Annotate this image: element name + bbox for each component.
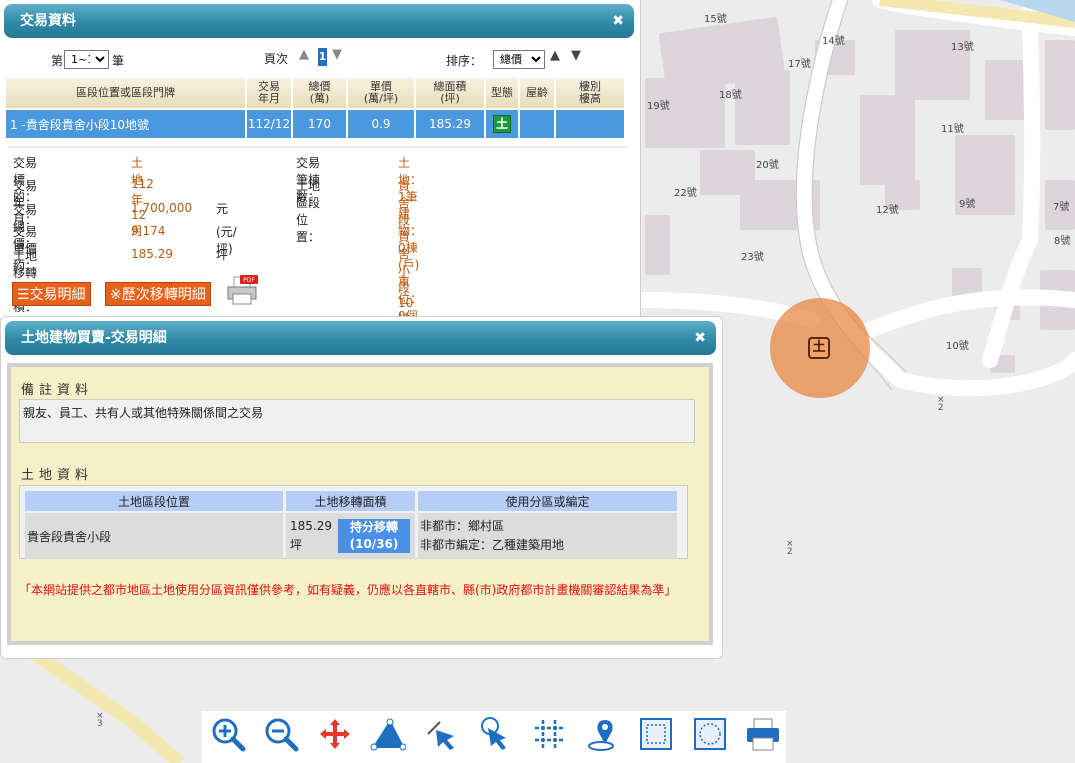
col-header[interactable]: 總價 (萬)	[293, 78, 346, 108]
print-icon[interactable]	[739, 711, 787, 759]
land-table: 土地區段位置 土地移轉面積 使用分區或編定 貴舍段貴舍小段 185.29 坪 持…	[22, 489, 680, 561]
col-header[interactable]: 單價 (萬/坪)	[348, 78, 414, 108]
list-icon: ☰	[17, 287, 30, 303]
select-circle-icon[interactable]	[686, 711, 734, 759]
disclaimer-text: 「本網站提供之都市地區土地使用分區資訊僅供參考，如有疑義，仍應以各直轄市、縣(市…	[19, 583, 677, 597]
pager-row: 第 1~1 筆 頁次 ▲ 1 ▼ 排序： 總價 ▲ ▼	[0, 46, 640, 72]
click-info-icon[interactable]	[472, 711, 520, 759]
transaction-detail-button[interactable]: ☰交易明細	[12, 282, 91, 306]
address-label: 23號	[741, 252, 764, 263]
select-arrow-icon[interactable]	[418, 711, 466, 759]
col-header: 土地移轉面積	[286, 491, 415, 511]
address-label: 22號	[674, 188, 697, 199]
sort-label: 排序：	[446, 54, 483, 68]
zoom-in-icon[interactable]	[204, 711, 252, 759]
table-row[interactable]: 1 -貴舍段貴舍小段10地號 112/12 170 0.9 185.29 土	[6, 108, 624, 138]
trade-detail-panel: 土地建物買賣-交易明細 ✖ 備註資料 親友、員工、共有人或其他特殊關係間之交易 …	[0, 316, 723, 659]
col-header[interactable]: 樓別 樓高	[556, 78, 624, 108]
address-label: 14號	[822, 36, 845, 47]
panel-title: 交易資料	[20, 13, 76, 29]
remark-box: 親友、員工、共有人或其他特殊關係間之交易	[19, 399, 695, 443]
cell-area: 185.29 坪 持分移轉 (10/36)	[286, 513, 415, 559]
address-label: 12號	[876, 205, 899, 216]
zoom-out-icon[interactable]	[257, 711, 305, 759]
cell-total: 170	[293, 108, 346, 138]
svg-text:PDF: PDF	[243, 277, 255, 284]
location-icon[interactable]	[579, 711, 627, 759]
col-header[interactable]: 區段位置或區段門牌	[6, 78, 245, 108]
record-suffix: 筆	[112, 54, 125, 68]
address-label: 20號	[756, 160, 779, 171]
col-header: 土地區段位置	[25, 491, 283, 511]
detail-value: 185.29	[131, 247, 173, 261]
address-label: 7號	[1053, 202, 1070, 213]
panel-titlebar: 交易資料 ✖	[4, 4, 634, 38]
transaction-marker[interactable]: 土	[770, 298, 870, 398]
detail-unit: 坪	[216, 248, 229, 262]
close-icon[interactable]: ✖	[612, 4, 624, 38]
map-toolbar	[202, 711, 786, 763]
road-mark: × 3	[96, 711, 104, 729]
transaction-data-panel: 交易資料 ✖ 第 1~1 筆 頁次 ▲ 1 ▼ 排序： 總價 ▲ ▼ 區段位置或…	[0, 0, 641, 343]
page-number[interactable]: 1	[318, 48, 327, 66]
address-label: 19號	[647, 101, 670, 112]
panel-titlebar: 土地建物買賣-交易明細 ✖	[5, 321, 716, 355]
col-header[interactable]: 屋齡	[520, 78, 554, 108]
cell-location: 1 -貴舍段貴舍小段10地號	[6, 108, 245, 138]
address-label: 13號	[951, 42, 974, 53]
detail-body: 備註資料 親友、員工、共有人或其他特殊關係間之交易 土地資料 土地區段位置 土地…	[7, 363, 713, 645]
cell-date: 112/12	[247, 108, 291, 138]
land-marker-icon: 土	[808, 337, 830, 359]
address-label: 17號	[788, 59, 811, 70]
land-data-box: 土地區段位置 土地移轉面積 使用分區或編定 貴舍段貴舍小段 185.29 坪 持…	[19, 485, 688, 559]
sort-asc-icon[interactable]: ▲	[550, 48, 560, 63]
cell-floor	[556, 108, 624, 138]
grid-icon[interactable]	[525, 711, 573, 759]
col-header: 使用分區或編定	[418, 491, 677, 511]
measure-area-icon[interactable]	[364, 711, 412, 759]
transaction-table: 區段位置或區段門牌 交易 年月 總價 (萬) 單價 (萬/坪) 總面積 (坪) …	[4, 78, 626, 138]
sort-select[interactable]: 總價	[493, 50, 545, 69]
cell-unit: 0.9	[348, 108, 414, 138]
cell-zone: 非都市：鄉村區 非都市編定：乙種建築用地	[418, 513, 677, 559]
detail-label: 土地區段位置：	[296, 179, 321, 244]
table-row: 貴舍段貴舍小段 185.29 坪 持分移轉 (10/36) 非都市：鄉村區 非都市…	[25, 513, 677, 559]
panel-title: 土地建物買賣-交易明細	[21, 330, 167, 346]
col-header[interactable]: 交易 年月	[247, 78, 291, 108]
cell-type: 土	[486, 108, 518, 138]
address-label: 11號	[941, 124, 964, 135]
pdf-print-icon[interactable]: PDF	[226, 275, 258, 305]
address-label: 15號	[704, 14, 727, 25]
address-label: 8號	[1054, 236, 1071, 247]
share-transfer-badge: 持分移轉 (10/36)	[338, 519, 410, 553]
close-icon[interactable]: ✖	[694, 321, 706, 355]
record-prefix: 第	[51, 54, 64, 68]
detail-unit: 元	[216, 202, 229, 216]
address-label: 9號	[959, 199, 976, 210]
detail-value: 9,174	[131, 224, 166, 238]
detail-value: 1,700,000	[131, 201, 193, 215]
road-mark: × 2	[937, 395, 945, 413]
road-mark: × 2	[786, 539, 794, 557]
address-label: 18號	[719, 90, 742, 101]
cell-age	[520, 108, 554, 138]
pan-icon[interactable]	[311, 711, 359, 759]
sort-desc-icon[interactable]: ▼	[571, 48, 581, 63]
divider	[8, 146, 628, 148]
land-type-icon: 土	[493, 115, 511, 133]
cell-area: 185.29	[416, 108, 484, 138]
cell-location: 貴舍段貴舍小段	[25, 513, 283, 559]
section-title: 備註資料	[21, 383, 94, 398]
address-label: 10號	[946, 341, 969, 352]
page-label: 頁次	[264, 52, 289, 66]
page-next-icon[interactable]: ▼	[332, 47, 342, 62]
section-title: 土地資料	[21, 468, 94, 483]
record-select[interactable]: 1~1	[64, 50, 109, 69]
transfer-history-button[interactable]: ※歷次移轉明細	[105, 282, 211, 306]
col-header[interactable]: 型態	[486, 78, 518, 108]
page-prev-icon[interactable]: ▲	[299, 47, 309, 62]
col-header[interactable]: 總面積 (坪)	[416, 78, 484, 108]
select-rect-icon[interactable]	[632, 711, 680, 759]
